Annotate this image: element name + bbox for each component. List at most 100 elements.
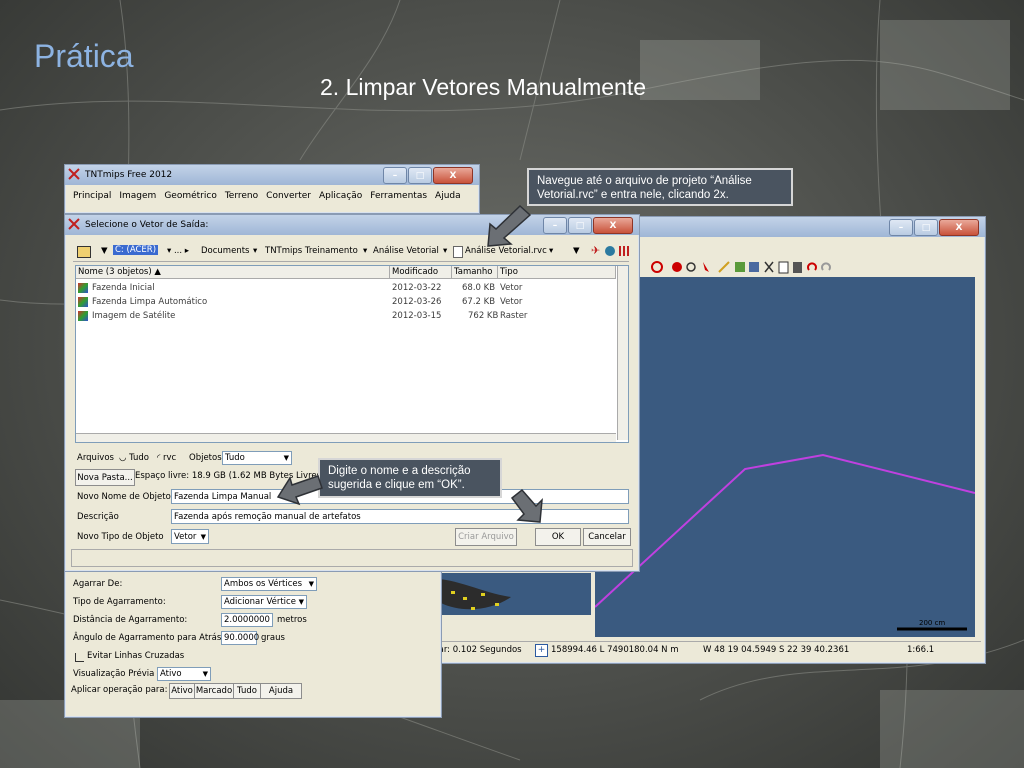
path-separator-icon: ▾ [363,246,368,256]
tool-panel: Agarrar De: Ambos os Vértices Tipo de Ag… [64,566,442,718]
radio-all-label: Tudo [129,453,150,463]
description-input[interactable]: Fazenda após remoção manual de artefatos [171,509,629,524]
map-canvas[interactable]: 200 cm [594,277,976,637]
menu-ajuda[interactable]: Ajuda [435,191,461,201]
new-folder-button[interactable]: Nova Pasta... [75,469,135,486]
apply-label: Aplicar operação para: [71,685,168,695]
radio-all[interactable]: ◡ Tudo [119,453,149,463]
network-icon[interactable] [605,246,615,256]
preview-select[interactable]: Ativo [157,667,211,681]
scissors-icon[interactable] [764,261,774,273]
folder-up-icon[interactable] [77,246,91,258]
objects-select[interactable]: Tudo [222,451,292,465]
path-ellipsis[interactable]: ▾ ... ▸ [167,246,189,256]
main-window-titlebar[interactable]: TNTmips Free 2012 – □ X [65,165,479,185]
path-ellipsis-text: ... [173,246,183,256]
minimize-icon[interactable]: – [543,217,567,234]
menu-ferramentas[interactable]: Ferramentas [370,191,427,201]
paste-icon[interactable] [793,262,802,273]
dialog-title: Selecione o Vetor de Saída: [85,220,209,230]
apply-marked-button[interactable]: Marcado [194,683,234,699]
find-icon[interactable]: ✈ [591,245,601,257]
menu-terreno[interactable]: Terreno [225,191,258,201]
menu-imagem[interactable]: Imagem [119,191,156,201]
status-bar: Tempo para desenhar: 0.102 Segundos + 15… [351,641,981,658]
create-file-button[interactable]: Criar Arquivo [455,528,517,546]
cancel-button[interactable]: Cancelar [583,528,631,546]
column-name-label: Nome (3 objetos) [78,267,152,277]
column-type[interactable]: Tipo [498,266,616,279]
scalebar-label: 200 cm [919,619,946,627]
new-name-label: Novo Nome de Objeto [77,492,171,502]
zoom-icon[interactable] [686,262,696,272]
close-icon[interactable]: X [433,167,473,184]
pencil-icon[interactable] [718,261,730,273]
vertical-scrollbar[interactable] [617,266,628,440]
file-list[interactable]: Nome (3 objetos) ▲ Modificado Tamanho Ti… [75,265,629,443]
radio-rvc[interactable]: ◜ rvc [157,453,176,463]
cancel-icon[interactable] [672,262,682,272]
maximize-icon[interactable]: □ [914,219,938,236]
grab-distance-label: Distância de Agarramento: [73,615,188,625]
copy-icon[interactable] [778,261,789,274]
grid-view-icon[interactable] [619,246,629,256]
path-dropdown-icon[interactable]: ▼ [573,246,580,256]
path-dropdown-icon[interactable]: ▼ [101,246,108,256]
preview-label: Visualização Prévia [73,669,155,679]
apply-all-button[interactable]: Tudo [233,683,261,699]
dialog-status-strip [71,549,633,567]
vector-file-icon [78,283,88,293]
close-icon[interactable]: X [939,219,979,236]
main-window-title: TNTmips Free 2012 [85,170,173,180]
stop-icon[interactable] [651,261,663,273]
pointer-icon[interactable] [703,262,709,272]
file-row[interactable]: Fazenda Inicial 2012-03-22 68.0 KB Vetor [78,282,614,295]
description-label: Descrição [77,512,119,522]
maximize-icon[interactable]: □ [408,167,432,184]
raster-file-icon [78,311,88,321]
file-modified: 2012-03-15 [392,311,442,321]
column-size[interactable]: Tamanho [452,266,498,279]
grab-angle-label: Ângulo de Agarramento para Atrás: [73,633,225,643]
dialog-titlebar[interactable]: Selecione o Vetor de Saída: – □ X [65,215,639,235]
path-drive[interactable]: C: (ACER) [113,245,159,255]
path-documents[interactable]: Documents [201,246,249,256]
help-button[interactable]: Ajuda [260,683,302,699]
undo-icon[interactable] [807,262,817,271]
avoid-crossed-checkbox[interactable] [75,653,84,662]
path-tntmips-training[interactable]: TNTmips Treinamento [265,246,358,256]
horizontal-scrollbar[interactable] [76,433,616,442]
menu-aplicacao[interactable]: Aplicação [319,191,362,201]
grab-type-select[interactable]: Adicionar Vértice [221,595,307,609]
maximize-icon[interactable]: □ [568,217,592,234]
apply-active-button[interactable]: Ativo [169,683,195,699]
column-name[interactable]: Nome (3 objetos) ▲ [76,266,390,279]
file-size: 762 KB [468,311,499,321]
file-type: Vetor [500,283,523,293]
rvc-file-icon [453,246,463,258]
file-row[interactable]: Imagem de Satélite 2012-03-15 762 KB Ras… [78,310,614,323]
lat-lon: W 48 19 04.5949 S 22 39 40.2361 [703,645,850,655]
menu-geometrico[interactable]: Geométrico [164,191,217,201]
path-rvc-file[interactable]: Análise Vetorial.rvc [465,246,547,256]
view-tool-icons[interactable] [639,259,859,275]
minimize-icon[interactable]: – [383,167,407,184]
grab-from-select[interactable]: Ambos os Vértices [221,577,317,591]
layer-icon[interactable] [735,262,745,272]
grab-angle-input[interactable]: 90.0000 [221,631,259,645]
redo-icon[interactable] [821,262,831,271]
crosshair-icon[interactable]: + [535,644,548,657]
minimize-icon[interactable]: – [889,219,913,236]
file-row[interactable]: Fazenda Limpa Automático 2012-03-26 67.2… [78,296,614,309]
grab-from-label: Agarrar De: [73,579,123,589]
vector-line[interactable] [594,453,976,608]
menu-principal[interactable]: Principal [73,191,111,201]
close-icon[interactable]: X [593,217,633,234]
new-type-select[interactable]: Vetor [171,529,209,544]
ok-button[interactable]: OK [535,528,581,546]
grab-distance-input[interactable]: 2.0000000 [221,613,273,627]
path-vector-analysis[interactable]: Análise Vetorial [373,246,439,256]
menu-converter[interactable]: Converter [266,191,311,201]
raster-icon[interactable] [749,262,759,272]
column-modified[interactable]: Modificado [390,266,452,279]
